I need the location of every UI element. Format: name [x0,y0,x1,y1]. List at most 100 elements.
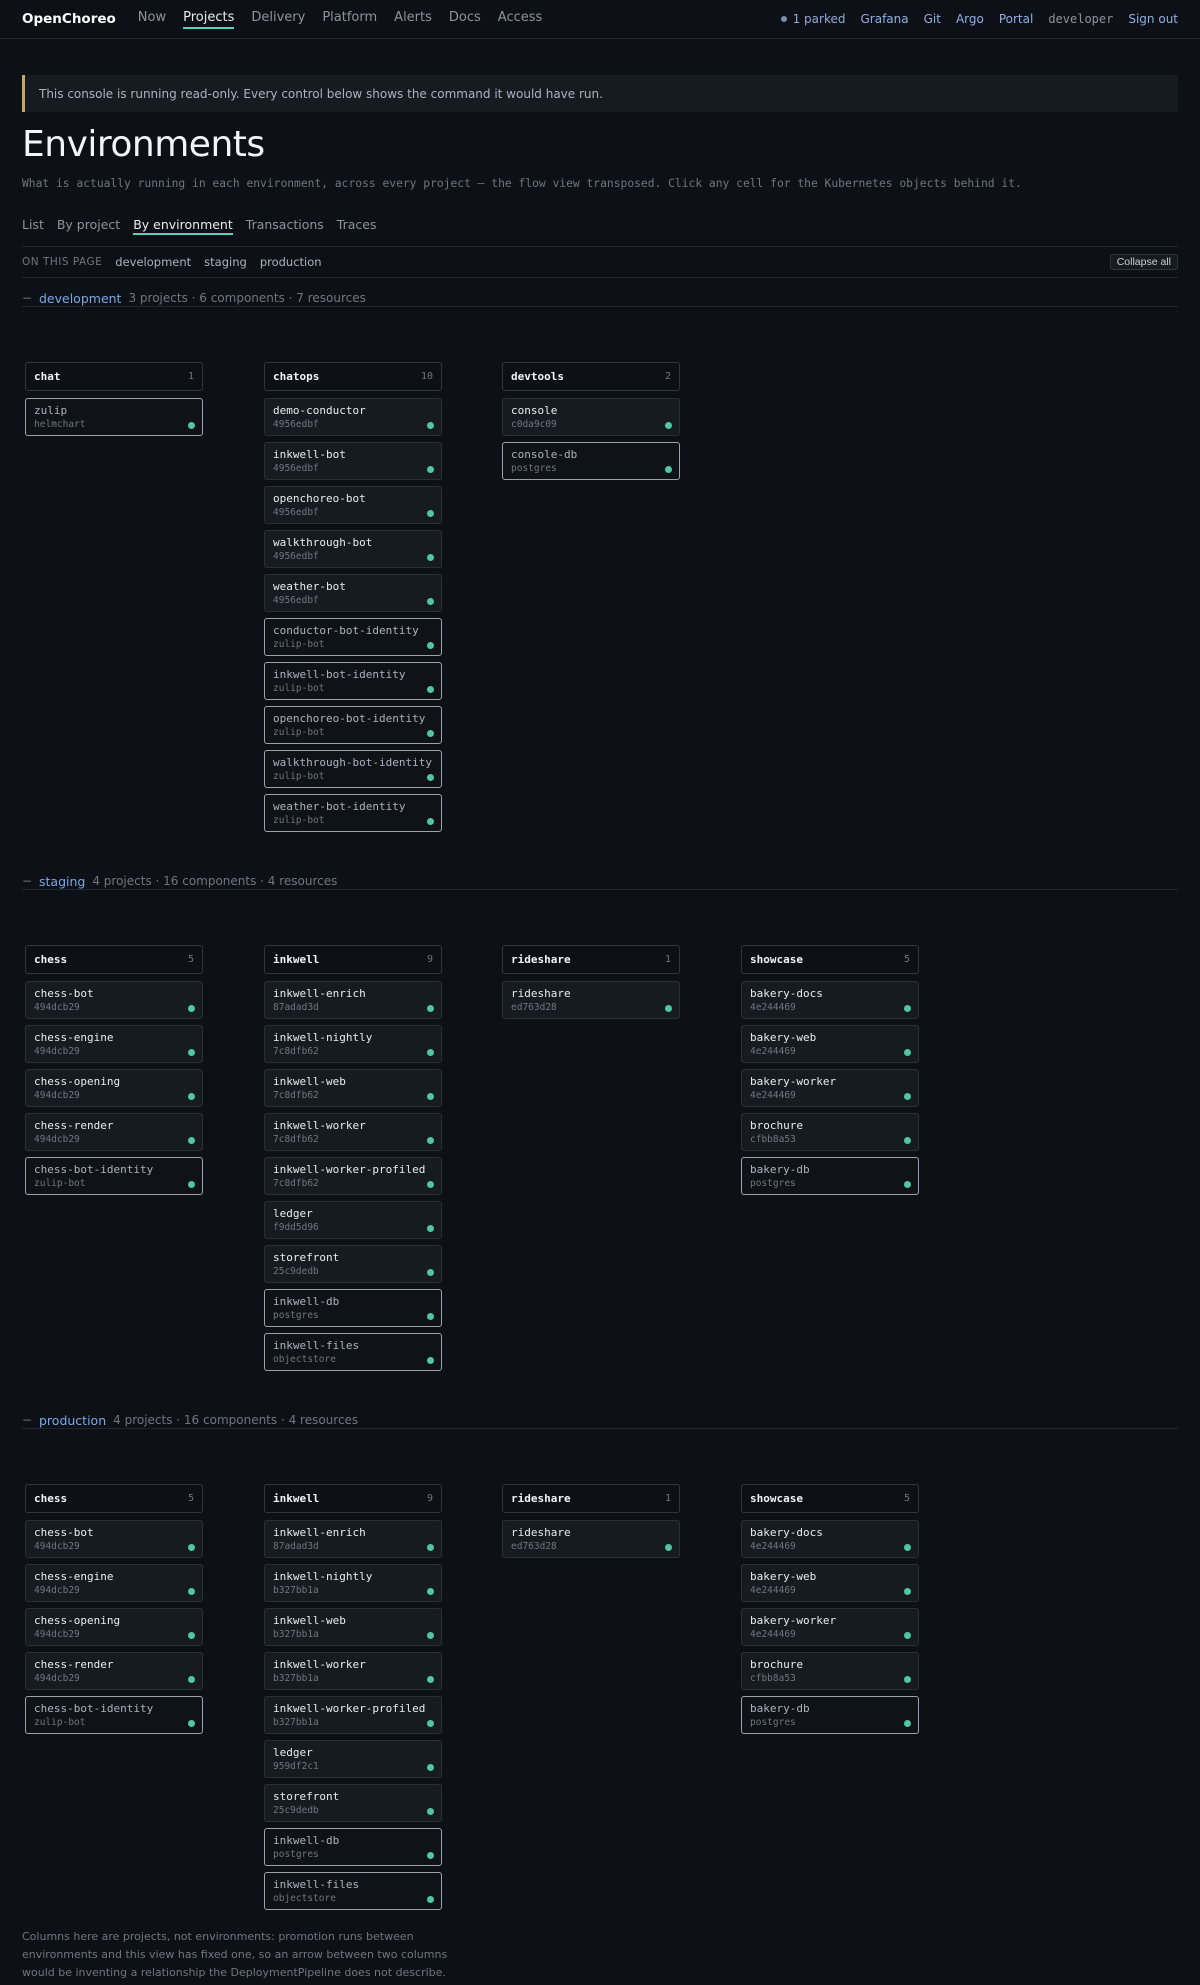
resource-cell[interactable]: openchoreo-bot-identity zulip-bot [264,706,442,744]
collapse-toggle-icon[interactable]: − [22,874,32,888]
env-name[interactable]: development [39,291,121,306]
component-cell[interactable]: inkwell-web b327bb1a [264,1608,442,1646]
project-name: chess [34,953,68,966]
component-cell[interactable]: bakery-worker 4e244469 [741,1069,919,1107]
project-header[interactable]: devtools 2 [502,362,680,391]
nav-docs[interactable]: Docs [449,10,481,29]
env-header-development[interactable]: − development 3 projects · 6 components · … [22,278,1178,307]
tab-by-environment[interactable]: By environment [133,217,233,235]
collapse-toggle-icon[interactable]: − [22,1413,32,1427]
component-cell[interactable]: chess-engine 494dcb29 [25,1025,203,1063]
env-name[interactable]: production [39,1413,106,1428]
nav-projects[interactable]: Projects [183,10,235,29]
component-cell[interactable]: brochure cfbb8a53 [741,1113,919,1151]
resource-cell[interactable]: inkwell-bot-identity zulip-bot [264,662,442,700]
component-cell[interactable]: inkwell-worker-profiled 7c8dfb62 [264,1157,442,1195]
tab-transactions[interactable]: Transactions [246,217,324,235]
component-cell[interactable]: walkthrough-bot 4956edbf [264,530,442,568]
env-header-production[interactable]: − production 4 projects · 16 components · … [22,1400,1178,1429]
resource-cell[interactable]: inkwell-db postgres [264,1289,442,1327]
component-cell[interactable]: chess-render 494dcb29 [25,1652,203,1690]
component-cell[interactable]: weather-bot 4956edbf [264,574,442,612]
nav-alerts[interactable]: Alerts [394,10,432,29]
component-cell[interactable]: inkwell-worker b327bb1a [264,1652,442,1690]
tab-list[interactable]: List [22,217,44,235]
link-grafana[interactable]: Grafana [860,12,908,26]
component-cell[interactable]: chess-bot 494dcb29 [25,1520,203,1558]
project-header[interactable]: inkwell 9 [264,1484,442,1513]
link-argo[interactable]: Argo [956,12,984,26]
collapse-all-button[interactable]: Collapse all [1109,254,1178,270]
component-cell[interactable]: storefront 25c9dedb [264,1245,442,1283]
jump-development[interactable]: development [115,255,191,269]
link-git[interactable]: Git [924,12,941,26]
nav-platform[interactable]: Platform [322,10,377,29]
component-cell[interactable]: chess-opening 494dcb29 [25,1608,203,1646]
resource-cell[interactable]: bakery-db postgres [741,1157,919,1195]
component-cell[interactable]: chess-bot 494dcb29 [25,981,203,1019]
component-cell[interactable]: bakery-docs 4e244469 [741,1520,919,1558]
component-cell[interactable]: console c0da9c09 [502,398,680,436]
resource-cell[interactable]: console-db postgres [502,442,680,480]
component-cell[interactable]: inkwell-nightly b327bb1a [264,1564,442,1602]
resource-cell[interactable]: weather-bot-identity zulip-bot [264,794,442,832]
env-name[interactable]: staging [39,874,85,889]
component-cell[interactable]: chess-render 494dcb29 [25,1113,203,1151]
component-cell[interactable]: bakery-worker 4e244469 [741,1608,919,1646]
component-cell[interactable]: inkwell-web 7c8dfb62 [264,1069,442,1107]
project-header[interactable]: inkwell 9 [264,945,442,974]
component-cell[interactable]: bakery-web 4e244469 [741,1564,919,1602]
sign-out-link[interactable]: Sign out [1128,12,1178,26]
parked-indicator[interactable]: 1 parked [780,12,845,26]
project-header[interactable]: rideshare 1 [502,1484,680,1513]
resource-cell[interactable]: zulip helmchart [25,398,203,436]
project-header[interactable]: chess 5 [25,945,203,974]
component-cell[interactable]: openchoreo-bot 4956edbf [264,486,442,524]
resource-cell[interactable]: walkthrough-bot-identity zulip-bot [264,750,442,788]
resource-cell[interactable]: inkwell-db postgres [264,1828,442,1866]
project-header[interactable]: chatops 10 [264,362,442,391]
brand-logo[interactable]: OpenChoreo [22,11,116,27]
cell-name: rideshare [511,987,571,1000]
component-cell[interactable]: bakery-docs 4e244469 [741,981,919,1019]
component-cell[interactable]: brochure cfbb8a53 [741,1652,919,1690]
component-cell[interactable]: inkwell-bot 4956edbf [264,442,442,480]
component-cell[interactable]: inkwell-enrich 87adad3d [264,1520,442,1558]
project-name: inkwell [273,953,320,966]
component-cell[interactable]: ledger f9dd5d96 [264,1201,442,1239]
resource-cell[interactable]: conductor-bot-identity zulip-bot [264,618,442,656]
nav-now[interactable]: Now [138,10,166,29]
resource-cell[interactable]: inkwell-files objectstore [264,1872,442,1910]
env-header-staging[interactable]: − staging 4 projects · 16 components · 4 r… [22,861,1178,890]
nav-access[interactable]: Access [498,10,543,29]
component-cell[interactable]: inkwell-enrich 87adad3d [264,981,442,1019]
tab-traces[interactable]: Traces [337,217,377,235]
component-cell[interactable]: chess-opening 494dcb29 [25,1069,203,1107]
resource-cell[interactable]: chess-bot-identity zulip-bot [25,1157,203,1195]
jump-production[interactable]: production [260,255,322,269]
status-dot-icon [188,1632,195,1639]
component-cell[interactable]: inkwell-worker-profiled b327bb1a [264,1696,442,1734]
component-cell[interactable]: chess-engine 494dcb29 [25,1564,203,1602]
resource-cell[interactable]: chess-bot-identity zulip-bot [25,1696,203,1734]
resource-cell[interactable]: inkwell-files objectstore [264,1333,442,1371]
project-header[interactable]: rideshare 1 [502,945,680,974]
component-cell[interactable]: demo-conductor 4956edbf [264,398,442,436]
component-cell[interactable]: rideshare ed763d28 [502,1520,680,1558]
component-cell[interactable]: inkwell-nightly 7c8dfb62 [264,1025,442,1063]
project-header[interactable]: showcase 5 [741,945,919,974]
component-cell[interactable]: bakery-web 4e244469 [741,1025,919,1063]
project-header[interactable]: showcase 5 [741,1484,919,1513]
collapse-toggle-icon[interactable]: − [22,291,32,305]
component-cell[interactable]: ledger 959df2c1 [264,1740,442,1778]
resource-cell[interactable]: bakery-db postgres [741,1696,919,1734]
nav-delivery[interactable]: Delivery [251,10,305,29]
tab-by-project[interactable]: By project [57,217,120,235]
link-portal[interactable]: Portal [999,12,1033,26]
project-header[interactable]: chess 5 [25,1484,203,1513]
component-cell[interactable]: storefront 25c9dedb [264,1784,442,1822]
project-header[interactable]: chat 1 [25,362,203,391]
component-cell[interactable]: rideshare ed763d28 [502,981,680,1019]
jump-staging[interactable]: staging [204,255,247,269]
component-cell[interactable]: inkwell-worker 7c8dfb62 [264,1113,442,1151]
